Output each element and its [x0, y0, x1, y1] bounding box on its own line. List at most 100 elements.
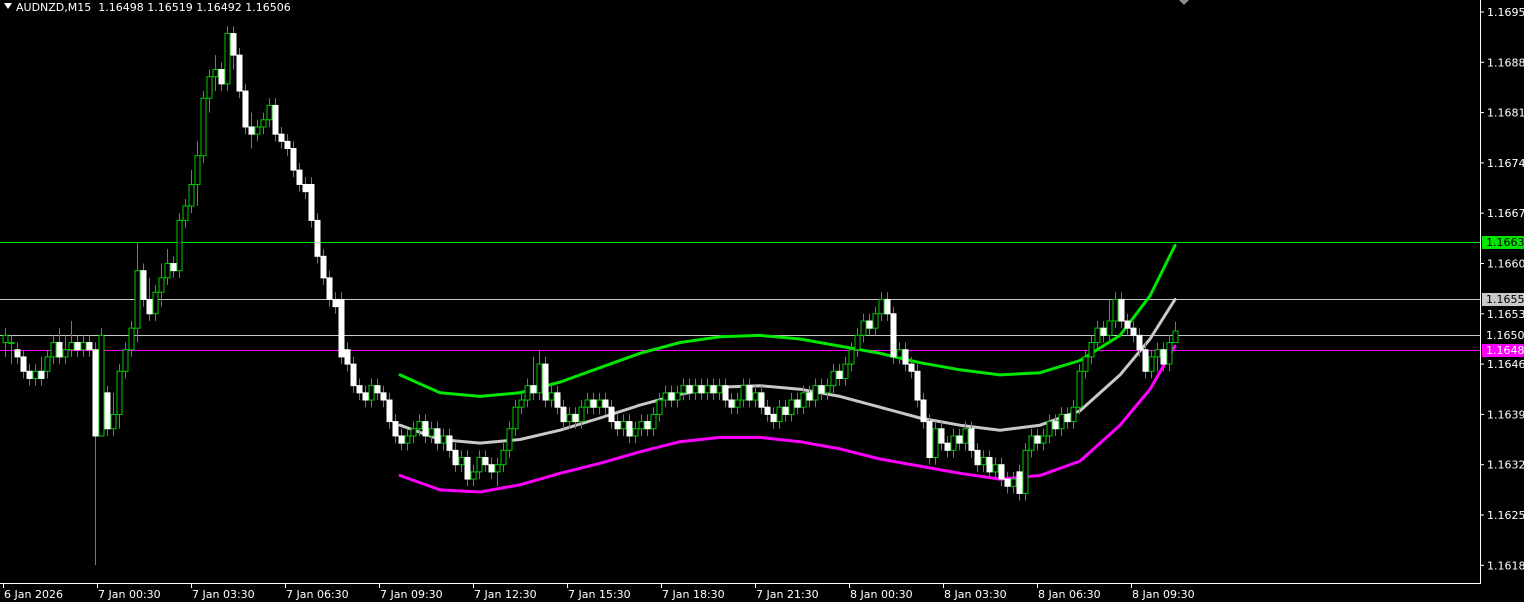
x-tick-label: 7 Jan 00:30 — [98, 588, 161, 601]
candle — [212, 55, 219, 92]
candle-body-bear — [1118, 298, 1125, 322]
candle-body-bear — [884, 298, 891, 315]
envelope-bands — [398, 244, 1177, 494]
candle-body-bear — [836, 370, 843, 379]
candle-body-bull — [1022, 449, 1029, 494]
candle — [158, 263, 165, 307]
candle-body-bull — [410, 428, 417, 437]
candle-body-bear — [1052, 421, 1059, 430]
candle — [950, 428, 957, 458]
x-tick-label: 7 Jan 06:30 — [286, 588, 349, 601]
candle-body-bear — [422, 421, 429, 437]
candle-body-bear — [1160, 349, 1167, 365]
candle — [1100, 320, 1107, 343]
candle-body-bear — [686, 385, 693, 394]
candle-body-bear — [1130, 327, 1137, 336]
candle — [722, 378, 729, 408]
menu-triangle-icon[interactable] — [4, 3, 12, 9]
candle-body-bull — [842, 363, 849, 379]
candle-body-bull — [566, 413, 573, 423]
candle — [1076, 364, 1083, 415]
candle — [590, 392, 597, 415]
y-tick-label: 1.1632 — [1487, 459, 1524, 472]
candle — [290, 141, 297, 178]
candle-body-bull — [584, 399, 591, 408]
candle — [854, 328, 861, 357]
candle-body-bull — [524, 385, 531, 401]
candle-body-bear — [890, 313, 897, 358]
candle — [1130, 320, 1137, 343]
candle — [452, 443, 459, 472]
candle-body-bull — [110, 413, 117, 430]
candle — [896, 342, 903, 365]
candle-body-bull — [812, 385, 819, 401]
candle-body-bear — [38, 370, 45, 379]
candle-body-bull — [116, 370, 123, 415]
candle — [668, 385, 675, 408]
candle-body-bull — [872, 313, 879, 329]
candle — [104, 385, 111, 436]
candle — [434, 421, 441, 451]
candle-body-bull — [830, 370, 837, 387]
candle — [704, 378, 711, 401]
candle-body-bull — [134, 270, 141, 329]
candle — [938, 421, 945, 451]
candle-body-bull — [1154, 349, 1161, 358]
candle-body-bear — [644, 421, 651, 430]
candle — [782, 400, 789, 422]
candle — [248, 112, 255, 149]
candle-body-bull — [704, 385, 711, 394]
candle-body-bear — [248, 126, 255, 135]
candle — [386, 392, 393, 429]
candle — [602, 392, 609, 415]
candle — [314, 213, 321, 264]
x-tick-label: 8 Jan 03:30 — [944, 588, 1007, 601]
price-line-labels: 1.1663 1.1655 1.1650 1.1648 — [1482, 236, 1524, 357]
candle-body-bull — [680, 385, 687, 394]
x-tick-label: 8 Jan 09:30 — [1132, 588, 1195, 601]
candle — [242, 83, 249, 135]
candle-body-bull — [368, 385, 375, 401]
candle-body-bull — [800, 392, 807, 408]
candle-body-bear — [236, 54, 243, 92]
candle-body-bull — [260, 119, 267, 128]
candle-body-bear — [392, 421, 399, 437]
candle-body-bull — [992, 464, 999, 473]
candle-body-bear — [92, 349, 99, 437]
candle — [338, 292, 345, 365]
candle — [662, 385, 669, 408]
candle-body-bull — [632, 428, 639, 437]
candle — [644, 414, 651, 436]
candle — [692, 378, 699, 401]
candle — [20, 349, 27, 379]
candle-body-bear — [242, 90, 249, 128]
candle — [1064, 407, 1071, 429]
x-tick-label: 8 Jan 00:30 — [850, 588, 913, 601]
candle — [500, 443, 507, 472]
candle — [182, 198, 189, 228]
candle-body-bear — [170, 263, 177, 272]
candle — [122, 342, 129, 379]
candle-body-bull — [152, 291, 159, 315]
candle — [350, 356, 357, 393]
candle-body-bull — [176, 219, 183, 272]
candle — [368, 378, 375, 408]
candle — [176, 213, 183, 278]
candle-body-bull — [458, 457, 465, 466]
candle-body-bull — [1082, 356, 1089, 372]
price-chart[interactable]: 1.16951.16881.16811.16741.16671.16601.16… — [0, 0, 1524, 602]
candle — [404, 428, 411, 451]
candle — [998, 457, 1005, 487]
chart-shift-marker-icon[interactable] — [1179, 0, 1189, 5]
candle-body-bull — [50, 342, 57, 358]
candle-body-bear — [356, 385, 363, 394]
candle — [992, 457, 999, 480]
x-tick-label: 7 Jan 09:30 — [380, 588, 443, 601]
candle — [488, 457, 495, 480]
candle-body-bear — [26, 370, 33, 379]
candle-body-bull — [752, 392, 759, 401]
x-tick-label: 8 Jan 06:30 — [1038, 588, 1101, 601]
candle — [272, 98, 279, 142]
candle-body-bear — [710, 385, 717, 394]
candle — [926, 414, 933, 465]
